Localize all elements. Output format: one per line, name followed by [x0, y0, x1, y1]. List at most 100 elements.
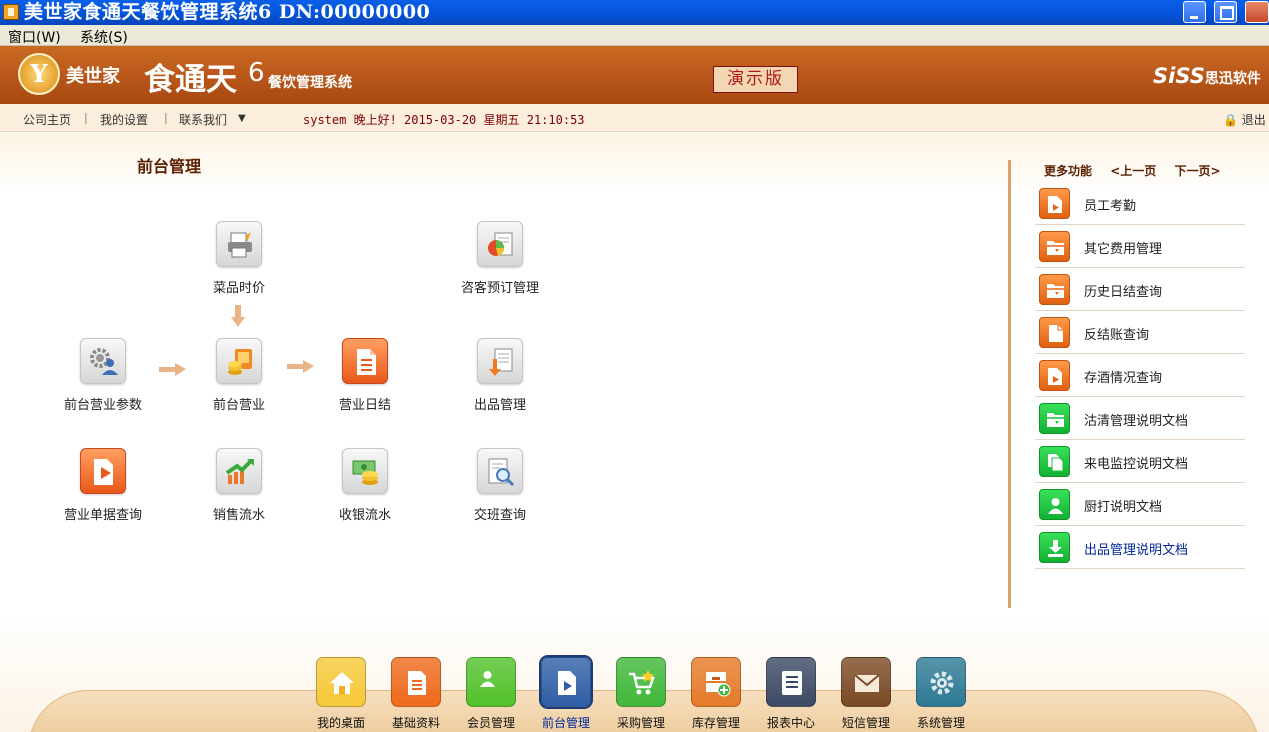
- dock-item-label: 系统管理: [916, 716, 965, 730]
- func-dish-output[interactable]: 出品管理: [440, 338, 560, 413]
- func-sales-flow[interactable]: 销售流水: [179, 448, 299, 523]
- user-icon: [466, 657, 516, 707]
- more-item[interactable]: 历史日结查询: [1035, 268, 1245, 311]
- magnifier-doc-icon: [477, 448, 523, 494]
- doc-arrow-icon: [1039, 188, 1070, 219]
- func-label: 营业日结: [338, 398, 391, 413]
- minimize-button[interactable]: [1183, 1, 1206, 23]
- dock-item[interactable]: 会员管理: [454, 657, 528, 731]
- nav-separator: |: [84, 111, 88, 124]
- company-name-cn: 思迅软件: [1204, 71, 1261, 87]
- page-title: 前台管理: [137, 157, 202, 176]
- more-item-label: 沽清管理说明文档: [1084, 414, 1189, 429]
- func-label: 交班查询: [473, 508, 526, 523]
- nav-link-contact[interactable]: 联系我们: [179, 111, 227, 128]
- more-item[interactable]: 其它费用管理: [1035, 225, 1245, 268]
- window-title: 美世家食通天餐饮管理系统6 DN:00000000: [24, 1, 431, 23]
- more-item[interactable]: 来电监控说明文档: [1035, 440, 1245, 483]
- app-banner: 美世家 食通天 6 餐饮管理系统 演示版 SiSS思迅软件: [0, 46, 1269, 104]
- dock-item-label: 库存管理: [691, 716, 740, 730]
- more-item-label: 出品管理说明文档: [1084, 543, 1189, 558]
- user-icon: [1039, 489, 1070, 520]
- func-reservation[interactable]: 咨客预订管理: [440, 221, 560, 296]
- dock-item-label: 短信管理: [841, 716, 890, 730]
- doc-arrow-icon: [541, 657, 591, 707]
- func-label: 菜品时价: [212, 281, 265, 296]
- box-icon: [691, 657, 741, 707]
- func-label: 收银流水: [338, 508, 391, 523]
- nav-link-settings[interactable]: 我的设置: [100, 111, 148, 128]
- demo-badge: 演示版: [713, 66, 798, 93]
- bill-search-icon: [80, 448, 126, 494]
- dock-item[interactable]: 报表中心: [754, 657, 828, 731]
- printer-icon: [216, 221, 262, 267]
- nav-separator: |: [164, 111, 168, 124]
- more-item-label: 员工考勤: [1084, 199, 1137, 214]
- gear-icon: [916, 657, 966, 707]
- dock-item[interactable]: 采购管理: [604, 657, 678, 731]
- dock-item[interactable]: 库存管理: [679, 657, 753, 731]
- chevron-down-icon[interactable]: ▼: [238, 113, 246, 124]
- logout-button[interactable]: 🔒 退出: [1223, 111, 1266, 128]
- func-label: 前台营业参数: [63, 398, 142, 413]
- pie-chart-icon: [477, 221, 523, 267]
- close-button[interactable]: [1245, 1, 1269, 23]
- cart-icon: [616, 657, 666, 707]
- company-logo: SiSS思迅软件: [1153, 64, 1261, 88]
- dock-item[interactable]: 系统管理: [904, 657, 978, 731]
- more-item[interactable]: 沽清管理说明文档: [1035, 397, 1245, 440]
- document-icon: [342, 338, 388, 384]
- func-daily-close[interactable]: 营业日结: [305, 338, 425, 413]
- more-functions-title: 更多功能: [1044, 164, 1093, 178]
- logout-label: 退出: [1241, 113, 1266, 127]
- more-functions-panel: 更多功能 <上一页 下一页> 员工考勤其它费用管理历史日结查询 反结账查询存酒情况…: [1008, 160, 1269, 608]
- dock-item-label: 报表中心: [766, 716, 815, 730]
- dock-item[interactable]: 短信管理: [829, 657, 903, 731]
- document-icon: [391, 657, 441, 707]
- folder-icon: [1039, 403, 1070, 434]
- func-front-business[interactable]: 前台营业: [179, 338, 299, 413]
- nav-link-home[interactable]: 公司主页: [23, 111, 71, 128]
- nav-row: 公司主页 | 我的设置 | 联系我们 ▼ system 晚上好! 2015-03…: [0, 104, 1269, 132]
- menu-window[interactable]: 窗口(W): [8, 27, 61, 47]
- func-bill-query[interactable]: 营业单据查询: [43, 448, 163, 523]
- more-item[interactable]: 员工考勤: [1035, 182, 1245, 225]
- more-item[interactable]: 出品管理说明文档: [1035, 526, 1245, 569]
- more-item[interactable]: 厨打说明文档: [1035, 483, 1245, 526]
- folder-icon: [1039, 231, 1070, 262]
- dock-item[interactable]: 基础资料: [379, 657, 453, 731]
- func-dish-price[interactable]: 菜品时价: [179, 221, 299, 296]
- more-item-label: 历史日结查询: [1084, 285, 1163, 300]
- func-front-params[interactable]: 前台营业参数: [43, 338, 163, 413]
- func-label: 咨客预订管理: [460, 281, 539, 296]
- more-item-label: 反结账查询: [1084, 328, 1150, 343]
- report-icon: [766, 657, 816, 707]
- more-item[interactable]: 存酒情况查询: [1035, 354, 1245, 397]
- trend-up-icon: [216, 448, 262, 494]
- menu-system[interactable]: 系统(S): [80, 27, 128, 47]
- prev-page-link[interactable]: <上一页: [1110, 164, 1156, 178]
- window-titlebar: 美世家食通天餐饮管理系统6 DN:00000000: [0, 0, 1269, 25]
- brand-logo-icon: [18, 53, 60, 95]
- dock-item[interactable]: 我的桌面: [304, 657, 378, 731]
- flow-arrow-down-icon: [231, 305, 245, 327]
- dock-item-label: 我的桌面: [316, 716, 365, 730]
- app-icon: [3, 4, 19, 20]
- product-subtitle: 餐饮管理系统: [268, 75, 352, 91]
- more-item[interactable]: 反结账查询: [1035, 311, 1245, 354]
- func-shift-query[interactable]: 交班查询: [440, 448, 560, 523]
- dock-item[interactable]: 前台管理: [529, 657, 603, 731]
- func-label: 出品管理: [473, 398, 526, 413]
- func-cash-flow[interactable]: 收银流水: [305, 448, 425, 523]
- folder-icon: [1039, 274, 1070, 305]
- next-page-link[interactable]: 下一页>: [1174, 164, 1220, 178]
- func-label: 前台营业: [212, 398, 265, 413]
- func-label: 营业单据查询: [63, 508, 142, 523]
- dock-item-label: 基础资料: [391, 716, 440, 730]
- home-icon: [316, 657, 366, 707]
- maximize-button[interactable]: [1214, 1, 1237, 23]
- dock-item-label: 会员管理: [466, 716, 515, 730]
- coins-icon: [216, 338, 262, 384]
- mail-icon: [841, 657, 891, 707]
- more-item-label: 来电监控说明文档: [1084, 457, 1189, 472]
